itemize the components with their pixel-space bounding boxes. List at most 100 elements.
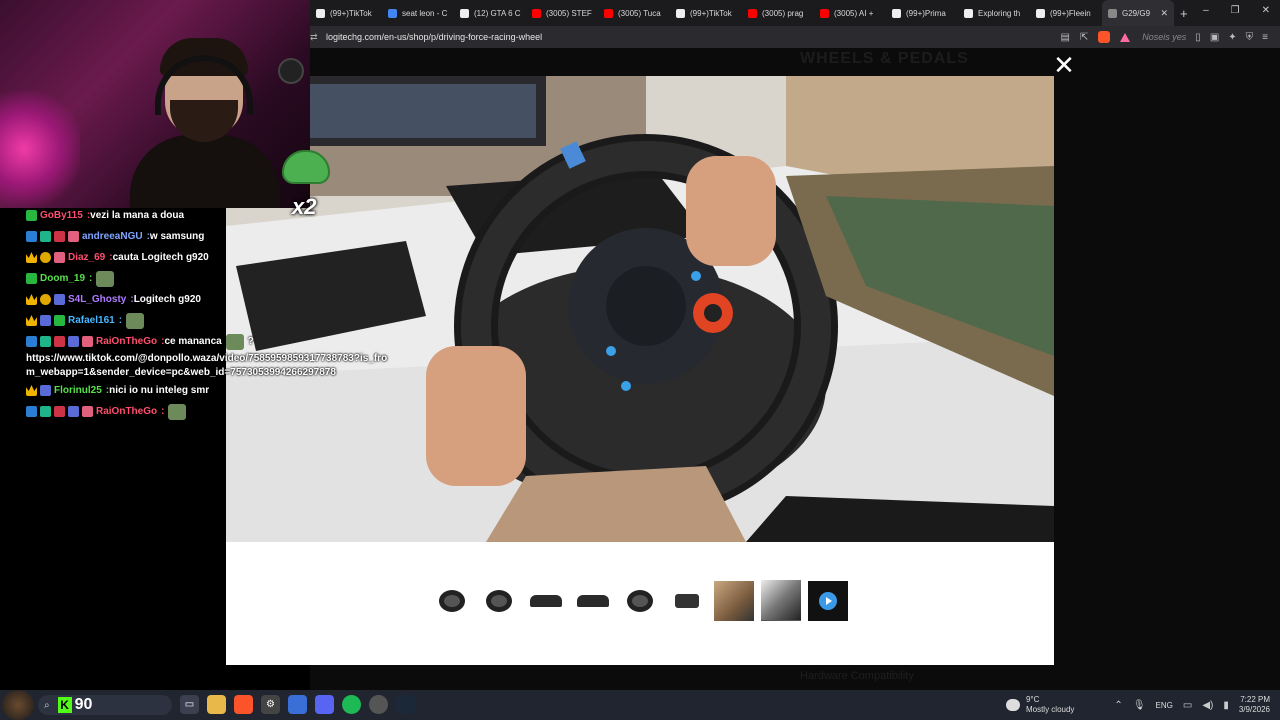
spotify-icon[interactable] — [342, 695, 361, 714]
browser-tab[interactable]: (99+)TikTok — [310, 0, 382, 26]
chat-username[interactable]: Doom_19 — [40, 268, 85, 289]
gallery-thumbnail[interactable] — [479, 581, 519, 621]
thumbnail-wheel-front-image — [486, 590, 512, 612]
tab-favicon-icon — [964, 8, 973, 18]
weather-widget[interactable]: 9°C Mostly cloudy — [1005, 695, 1075, 715]
sidebar-icon[interactable]: ▯ — [1195, 32, 1201, 43]
browser-tab[interactable]: (99+)Fleein — [1030, 0, 1102, 26]
thumbnail-wheel-side-image — [439, 590, 465, 612]
clock[interactable]: 7:22 PM 3/9/2026 — [1239, 695, 1270, 715]
gallery-thumbnail[interactable] — [620, 581, 660, 621]
browser-tab[interactable]: (99+)Prima — [886, 0, 958, 26]
browser-tabs: (99+)TikTok seat leon - C (12) GTA 6 C (300… — [310, 0, 1174, 26]
chat-emote-icon — [96, 270, 115, 287]
chat-username[interactable]: Diaz_69 — [68, 247, 105, 268]
close-window-icon[interactable]: ✕ — [1262, 5, 1270, 16]
tab-close-icon[interactable]: ✕ — [1160, 8, 1168, 19]
vpn-icon[interactable]: ⛨ — [1246, 32, 1254, 43]
kick-viewer-count: 90 — [74, 696, 93, 713]
chat-link[interactable]: https://www.tiktok.com/@donpollo.waza/vi… — [26, 352, 396, 380]
browser-tab[interactable]: (99+)TikTok — [670, 0, 742, 26]
battery-icon[interactable]: ▮ — [1223, 700, 1229, 711]
gallery-thumbnail[interactable] — [761, 580, 801, 621]
browser-tab[interactable]: (3005) Tuca — [598, 0, 670, 26]
url-text[interactable]: logitechg.com/en-us/shop/p/driving-force… — [326, 32, 1060, 42]
browser-tab[interactable]: G29/G9 ✕ — [1102, 0, 1174, 26]
chat-message: Florinul25: nici io nu inteleg smr — [26, 380, 386, 401]
wallet-icon[interactable]: ▣ — [1210, 32, 1219, 43]
chat-separator: : — [118, 315, 123, 326]
badge-gem-icon — [26, 210, 37, 221]
chat-username[interactable]: RaiOnTheGo — [96, 331, 157, 352]
steam-icon[interactable] — [396, 695, 415, 714]
badge-sub-icon — [40, 385, 51, 396]
gallery-thumbnail[interactable] — [432, 581, 472, 621]
chat-username[interactable]: RaiOnTheGo — [96, 401, 157, 422]
minimize-icon[interactable]: – — [1203, 5, 1209, 16]
task-view-icon[interactable]: ▭ — [180, 695, 199, 714]
thumbnail-video-image — [808, 581, 848, 621]
thumbnail-photo-image — [714, 581, 754, 621]
restore-icon[interactable]: ❐ — [1231, 5, 1240, 16]
gallery-thumbnail[interactable] — [526, 581, 566, 621]
play-icon — [819, 592, 837, 610]
site-info-icon[interactable]: ⇄ — [310, 32, 320, 42]
store-icon[interactable] — [288, 695, 307, 714]
brave-browser-icon[interactable] — [234, 695, 253, 714]
search-icon: ⌕ — [44, 699, 50, 711]
chevron-up-icon[interactable]: ⌃ — [1114, 700, 1122, 711]
tab-label: (3005) Tuca — [618, 8, 661, 18]
chat-text: w samsung — [149, 231, 205, 242]
cloud-icon — [1005, 699, 1020, 711]
chat-message: andreeaNGU: w samsung — [26, 226, 386, 247]
chat-username[interactable]: Florinul25 — [54, 380, 102, 401]
tab-label: (3005) prag — [762, 8, 804, 18]
browser-tab[interactable]: Exploring th — [958, 0, 1030, 26]
gallery-thumbnail[interactable] — [714, 581, 754, 621]
browser-tab[interactable]: seat leon - C — [382, 0, 454, 26]
address-bar[interactable]: ⇄ logitechg.com/en-us/shop/p/driving-for… — [310, 26, 1280, 48]
user-avatar[interactable] — [2, 690, 34, 720]
file-explorer-icon[interactable] — [207, 695, 226, 714]
weather-temp: 9°C — [1025, 695, 1040, 704]
badge-crown-icon — [26, 315, 37, 326]
tab-favicon-icon — [388, 8, 397, 18]
gallery-thumbnail[interactable] — [667, 581, 707, 621]
network-icon[interactable]: ▭ — [1183, 700, 1192, 711]
close-gallery-icon[interactable]: ✕ — [1052, 53, 1076, 79]
browser-tab[interactable]: (3005) STEF — [526, 0, 598, 26]
language-indicator[interactable]: ENG — [1156, 701, 1173, 710]
chat-username[interactable]: Rafael161 — [68, 310, 115, 331]
discord-icon[interactable] — [315, 695, 334, 714]
brave-shields-icon[interactable] — [1098, 31, 1111, 43]
browser-tab[interactable]: (3005) AI + — [814, 0, 886, 26]
chat-username[interactable]: andreeaNGU — [82, 226, 143, 247]
taskbar-search[interactable]: ⌕ K 90 — [38, 695, 172, 715]
mic-tray-icon[interactable]: 🎙 — [1133, 700, 1146, 711]
new-tab-button[interactable]: + — [1180, 6, 1188, 21]
settings-icon[interactable]: ⚙ — [261, 695, 280, 714]
chat-username[interactable]: GoBy115 — [40, 205, 83, 226]
pepe-emote-icon — [282, 150, 330, 184]
faded-extension-text: Noseis yes — [1142, 32, 1187, 42]
menu-icon[interactable]: ≡ — [1262, 32, 1268, 43]
share-icon[interactable]: ⇱ — [1080, 32, 1088, 43]
system-tray: 9°C Mostly cloudy ⌃ 🎙 ENG ▭ ◀) ▮ 7:22 PM… — [1005, 690, 1270, 720]
browser-tab[interactable]: (12) GTA 6 C — [454, 0, 526, 26]
url-actions: ▤ ⇱ — [1060, 31, 1131, 43]
chat-username[interactable]: S4L_Ghosty — [68, 289, 126, 310]
gallery-thumbnail[interactable] — [573, 581, 613, 621]
obs-icon[interactable] — [369, 695, 388, 714]
chat-separator: : — [161, 406, 165, 417]
brave-rewards-icon[interactable] — [1120, 32, 1131, 42]
chat-message: Rafael161: — [26, 310, 386, 331]
weather-desc: Mostly cloudy — [1025, 705, 1075, 714]
gallery-thumbnail[interactable] — [808, 581, 848, 621]
reader-icon[interactable]: ▤ — [1060, 32, 1069, 43]
browser-tab[interactable]: (3005) prag — [742, 0, 814, 26]
badge-arrow-icon — [26, 231, 37, 242]
leo-icon[interactable]: ✦ — [1228, 32, 1236, 43]
chat-message: GoBy115: vezi la mana a doua — [26, 205, 386, 226]
page-section-footer: Hardware Compatibility — [800, 670, 914, 682]
volume-icon[interactable]: ◀) — [1202, 700, 1213, 711]
